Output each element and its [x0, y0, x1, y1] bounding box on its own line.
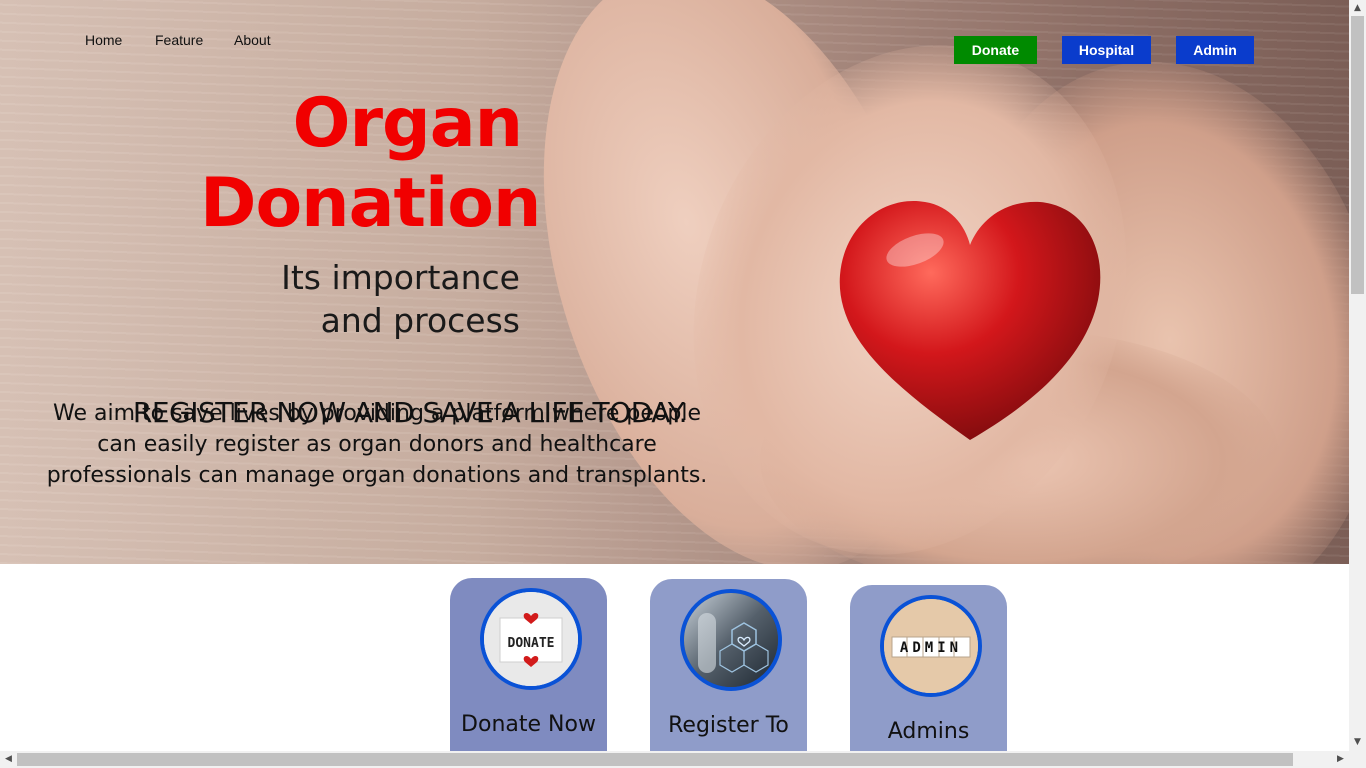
hospital-button[interactable]: Hospital [1062, 36, 1151, 64]
hero-subtitle-line1: Its importance [281, 258, 520, 297]
scroll-left-icon[interactable]: ◀ [0, 751, 17, 768]
hero-section: Home Feature About Donate Hospital Admin… [0, 0, 1349, 564]
register-to-label: Register To [668, 713, 789, 738]
admins-card[interactable]: ADMIN Admins [850, 585, 1007, 751]
mission-statement: We aim to save lives by providing a plat… [46, 401, 708, 488]
hero-title-line2: Donation [200, 164, 541, 243]
horizontal-scrollbar-thumb[interactable] [17, 753, 1293, 766]
donate-button[interactable]: Donate [954, 36, 1037, 64]
nav-home-link[interactable]: Home [85, 32, 122, 48]
vertical-scrollbar-thumb[interactable] [1351, 16, 1364, 294]
admins-card-image: ADMIN [880, 595, 982, 697]
nav-feature-link[interactable]: Feature [155, 32, 203, 48]
register-card-image [680, 589, 782, 691]
register-card[interactable]: Register To [650, 579, 807, 751]
admin-blocks-icon: ADMIN [884, 599, 978, 693]
hero-subtitle-line2: and process [320, 301, 520, 340]
admin-button[interactable]: Admin [1176, 36, 1254, 64]
donate-sign-text: DONATE [508, 636, 555, 651]
scroll-down-icon[interactable]: ▼ [1349, 734, 1366, 751]
donate-now-card[interactable]: DONATE Donate Now [450, 578, 607, 751]
donate-card-image: DONATE [480, 588, 582, 690]
admin-blocks-text: ADMIN [900, 640, 962, 656]
admins-label: Admins [887, 719, 970, 744]
scroll-right-icon[interactable]: ▶ [1332, 751, 1349, 768]
scroll-up-icon[interactable]: ▲ [1349, 0, 1366, 17]
nav-about-link[interactable]: About [234, 32, 271, 48]
hero-title-line1: Organ [292, 84, 523, 163]
heart-image [839, 200, 1101, 440]
medical-hexagon-icon [684, 593, 778, 687]
donate-sign-icon: DONATE [484, 592, 578, 686]
donate-now-label: Donate Now [461, 712, 596, 737]
